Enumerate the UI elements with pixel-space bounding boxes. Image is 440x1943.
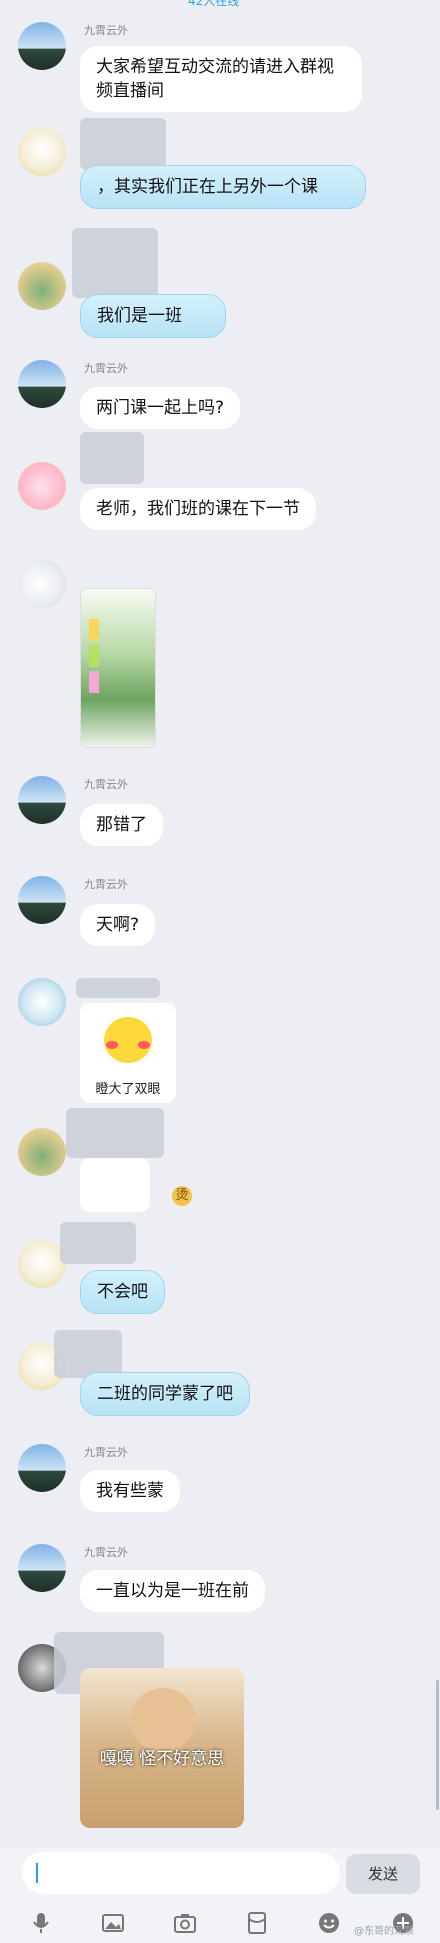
color-bar — [89, 619, 99, 641]
camera-icon[interactable] — [172, 1910, 198, 1936]
avatar[interactable] — [18, 462, 66, 510]
blurred-name — [80, 118, 166, 170]
blurred-name — [66, 1108, 164, 1158]
message-bubble[interactable]: 我们是一班 — [80, 294, 226, 338]
duck-cheek — [106, 1041, 118, 1049]
message-input[interactable] — [22, 1852, 340, 1894]
message-bubble[interactable]: 天啊? — [80, 904, 156, 946]
message-bubble[interactable]: 我有些蒙 — [80, 1470, 180, 1512]
input-bar: 发送 @东哥的观察 — [0, 1848, 440, 1943]
sender-name: 九霄云外 — [84, 24, 128, 37]
send-button[interactable]: 发送 — [346, 1854, 420, 1894]
sticker-image[interactable]: 瞪大了双眼 — [80, 1003, 176, 1103]
avatar[interactable] — [18, 978, 66, 1026]
emoji-icon[interactable] — [316, 1910, 342, 1936]
duck-cheek — [138, 1041, 150, 1049]
avatar[interactable] — [18, 1444, 66, 1492]
blurred-name — [60, 1222, 136, 1264]
message-bubble[interactable]: 那错了 — [80, 804, 163, 846]
sender-name: 九霄云外 — [84, 878, 128, 891]
flame-icon: 烫 — [172, 1186, 192, 1206]
watermark: @东哥的观察 — [354, 1926, 414, 1937]
sticker-caption: 嘎嘎 怪不好意思 — [99, 1749, 225, 1769]
message-bubble[interactable]: 不会吧 — [80, 1270, 165, 1314]
sticker-caption: 瞪大了双眼 — [95, 1082, 161, 1097]
avatar[interactable] — [18, 776, 66, 824]
avatar[interactable] — [18, 560, 66, 608]
color-bar — [89, 645, 99, 667]
message-bubble[interactable]: 老师，我们班的课在下一节 — [80, 488, 316, 530]
red-packet-icon[interactable] — [244, 1910, 270, 1936]
blurred-name — [76, 978, 160, 998]
avatar[interactable] — [18, 1240, 66, 1288]
color-bar — [89, 671, 99, 693]
top-bar: 42人在线 — [0, 0, 440, 10]
blurred-name — [80, 432, 144, 484]
sender-name: 九霄云外 — [84, 778, 128, 791]
blurred-name — [72, 228, 158, 298]
avatar[interactable] — [18, 876, 66, 924]
avatar[interactable] — [18, 1544, 66, 1592]
sticker-image[interactable]: 嘎嘎 怪不好意思 — [80, 1668, 244, 1828]
avatar[interactable] — [18, 1128, 66, 1176]
duck-icon — [104, 1017, 152, 1063]
image-icon[interactable] — [100, 1910, 126, 1936]
sender-name: 九霄云外 — [84, 1546, 128, 1559]
screenshot-image[interactable] — [80, 588, 156, 748]
message-bubble[interactable]: 两门课一起上吗? — [80, 387, 241, 429]
avatar[interactable] — [18, 22, 66, 70]
sender-name: 九霄云外 — [84, 1446, 128, 1459]
message-bubble[interactable]: 一直以为是一班在前 — [80, 1570, 265, 1612]
avatar[interactable] — [18, 262, 66, 310]
text-cursor — [36, 1863, 38, 1883]
avatar[interactable] — [18, 128, 66, 176]
message-bubble[interactable]: 大家希望互动交流的请进入群视频直播间 — [80, 46, 362, 112]
message-bubble[interactable]: ，其实我们正在上另外一个课 — [80, 165, 366, 209]
sticker-image[interactable] — [80, 1158, 150, 1212]
microphone-icon[interactable] — [28, 1910, 54, 1936]
blurred-name — [54, 1330, 122, 1378]
sender-name: 九霄云外 — [84, 362, 128, 375]
avatar[interactable] — [18, 360, 66, 408]
online-count[interactable]: 42人在线 — [188, 0, 239, 9]
scrollbar[interactable] — [436, 1680, 439, 1810]
message-bubble[interactable]: 二班的同学蒙了吧 — [80, 1372, 250, 1416]
dog-icon — [130, 1688, 196, 1752]
